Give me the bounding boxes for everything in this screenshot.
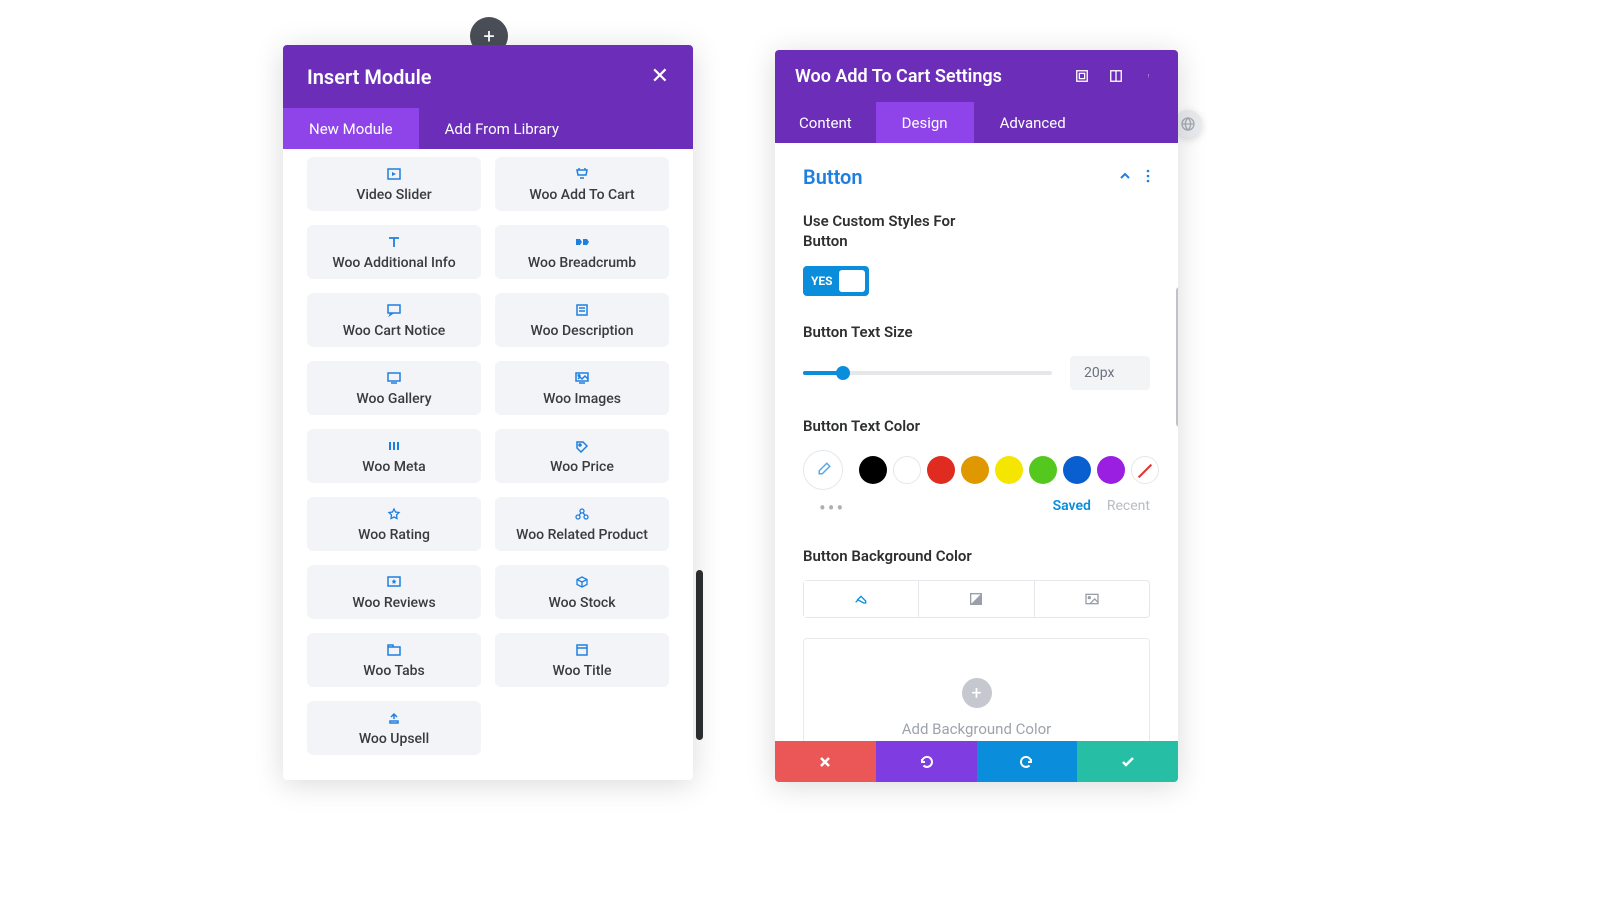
- module-woo-meta[interactable]: Woo Meta: [307, 429, 481, 483]
- cancel-button[interactable]: [775, 741, 876, 782]
- settings-header: Woo Add To Cart Settings: [775, 50, 1178, 102]
- module-woo-breadcrumb[interactable]: Woo Breadcrumb: [495, 225, 669, 279]
- text-icon: [386, 233, 402, 251]
- meta-icon: [386, 437, 402, 455]
- module-woo-price[interactable]: Woo Price: [495, 429, 669, 483]
- images-icon: [574, 369, 590, 387]
- setting-text-size: Button Text Size 20px: [803, 322, 1150, 390]
- tab-content[interactable]: Content: [775, 102, 876, 143]
- setting-bg-color: Button Background Color + Add Background…: [803, 546, 1150, 741]
- swatch-red[interactable]: [927, 456, 955, 484]
- settings-body: Button Use Custom Styles For Button YES …: [775, 143, 1178, 741]
- custom-styles-toggle[interactable]: YES: [803, 266, 869, 296]
- swatch-blue[interactable]: [1063, 456, 1091, 484]
- module-woo-additional-info[interactable]: Woo Additional Info: [307, 225, 481, 279]
- reviews-icon: [386, 573, 402, 591]
- swatch-none[interactable]: [1131, 456, 1159, 484]
- swatch-more-icon[interactable]: •••: [819, 496, 845, 520]
- section-title[interactable]: Button: [803, 165, 863, 189]
- module-woo-title[interactable]: Woo Title: [495, 633, 669, 687]
- bg-color-picker-area[interactable]: + Add Background Color: [803, 638, 1150, 741]
- setting-custom-styles: Use Custom Styles For Button YES: [803, 211, 1150, 296]
- expand-icon[interactable]: [1074, 68, 1090, 84]
- confirm-button[interactable]: [1077, 741, 1178, 782]
- toggle-knob: [839, 270, 865, 292]
- module-video-slider[interactable]: Video Slider: [307, 157, 481, 211]
- section-head: Button: [803, 165, 1150, 189]
- text-size-value[interactable]: 20px: [1070, 356, 1150, 390]
- add-bg-color-button[interactable]: +: [962, 678, 992, 708]
- slider-thumb[interactable]: [836, 366, 850, 380]
- swatch-white[interactable]: [893, 456, 921, 484]
- bg-tab-color[interactable]: [804, 581, 919, 617]
- video-slider-icon: [386, 165, 402, 183]
- settings-tabs: Content Design Advanced: [775, 102, 1178, 143]
- settings-scrollbar[interactable]: [1176, 287, 1178, 427]
- module-woo-gallery[interactable]: Woo Gallery: [307, 361, 481, 415]
- insert-module-title: Insert Module: [307, 65, 432, 89]
- description-icon: [574, 301, 590, 319]
- stock-icon: [574, 573, 590, 591]
- scrollbar[interactable]: [696, 570, 703, 740]
- bg-type-tabs: [803, 580, 1150, 618]
- settings-panel: Woo Add To Cart Settings Content Design …: [775, 50, 1178, 782]
- price-icon: [574, 437, 590, 455]
- breadcrumb-icon: [574, 233, 590, 251]
- module-woo-rating[interactable]: Woo Rating: [307, 497, 481, 551]
- module-woo-images[interactable]: Woo Images: [495, 361, 669, 415]
- module-woo-related-product[interactable]: Woo Related Product: [495, 497, 669, 551]
- redo-button[interactable]: [977, 741, 1078, 782]
- message-icon: [386, 301, 402, 319]
- globe-icon[interactable]: [1174, 110, 1202, 138]
- title-icon: [574, 641, 590, 659]
- module-woo-description[interactable]: Woo Description: [495, 293, 669, 347]
- palette-saved[interactable]: Saved: [1053, 498, 1091, 514]
- tab-add-from-library[interactable]: Add From Library: [419, 108, 585, 149]
- bg-tab-image[interactable]: [1035, 581, 1149, 617]
- more-icon[interactable]: [1142, 68, 1158, 84]
- section-more-icon[interactable]: [1146, 168, 1150, 187]
- swatch-orange[interactable]: [961, 456, 989, 484]
- module-woo-stock[interactable]: Woo Stock: [495, 565, 669, 619]
- insert-module-tabs: New Module Add From Library: [283, 108, 693, 149]
- close-icon[interactable]: ✕: [651, 66, 669, 88]
- setting-text-color: Button Text Color ••• Saved Recent: [803, 416, 1150, 520]
- related-icon: [574, 505, 590, 523]
- swatch-yellow[interactable]: [995, 456, 1023, 484]
- text-size-slider[interactable]: [803, 371, 1052, 375]
- module-list: Video Slider Woo Add To Cart Woo Additio…: [283, 149, 693, 780]
- swatch-green[interactable]: [1029, 456, 1057, 484]
- chevron-up-icon[interactable]: [1118, 168, 1132, 187]
- tab-new-module[interactable]: New Module: [283, 108, 419, 149]
- module-woo-upsell[interactable]: Woo Upsell: [307, 701, 481, 755]
- cart-icon: [574, 165, 590, 183]
- tab-advanced[interactable]: Advanced: [974, 102, 1092, 143]
- swatch-purple[interactable]: [1097, 456, 1125, 484]
- palette-recent[interactable]: Recent: [1107, 498, 1150, 514]
- gallery-icon: [386, 369, 402, 387]
- bg-tab-gradient[interactable]: [919, 581, 1034, 617]
- settings-title: Woo Add To Cart Settings: [795, 66, 1002, 87]
- columns-icon[interactable]: [1108, 68, 1124, 84]
- module-woo-reviews[interactable]: Woo Reviews: [307, 565, 481, 619]
- module-woo-cart-notice[interactable]: Woo Cart Notice: [307, 293, 481, 347]
- insert-module-panel: Insert Module ✕ New Module Add From Libr…: [283, 45, 693, 780]
- undo-button[interactable]: [876, 741, 977, 782]
- rating-icon: [386, 505, 402, 523]
- tab-design[interactable]: Design: [876, 102, 974, 143]
- module-woo-add-to-cart[interactable]: Woo Add To Cart: [495, 157, 669, 211]
- module-woo-tabs[interactable]: Woo Tabs: [307, 633, 481, 687]
- upsell-icon: [386, 709, 402, 727]
- tabs-icon: [386, 641, 402, 659]
- settings-footer: [775, 741, 1178, 782]
- swatch-black[interactable]: [859, 456, 887, 484]
- insert-module-header: Insert Module ✕: [283, 45, 693, 108]
- color-picker-button[interactable]: [803, 450, 843, 490]
